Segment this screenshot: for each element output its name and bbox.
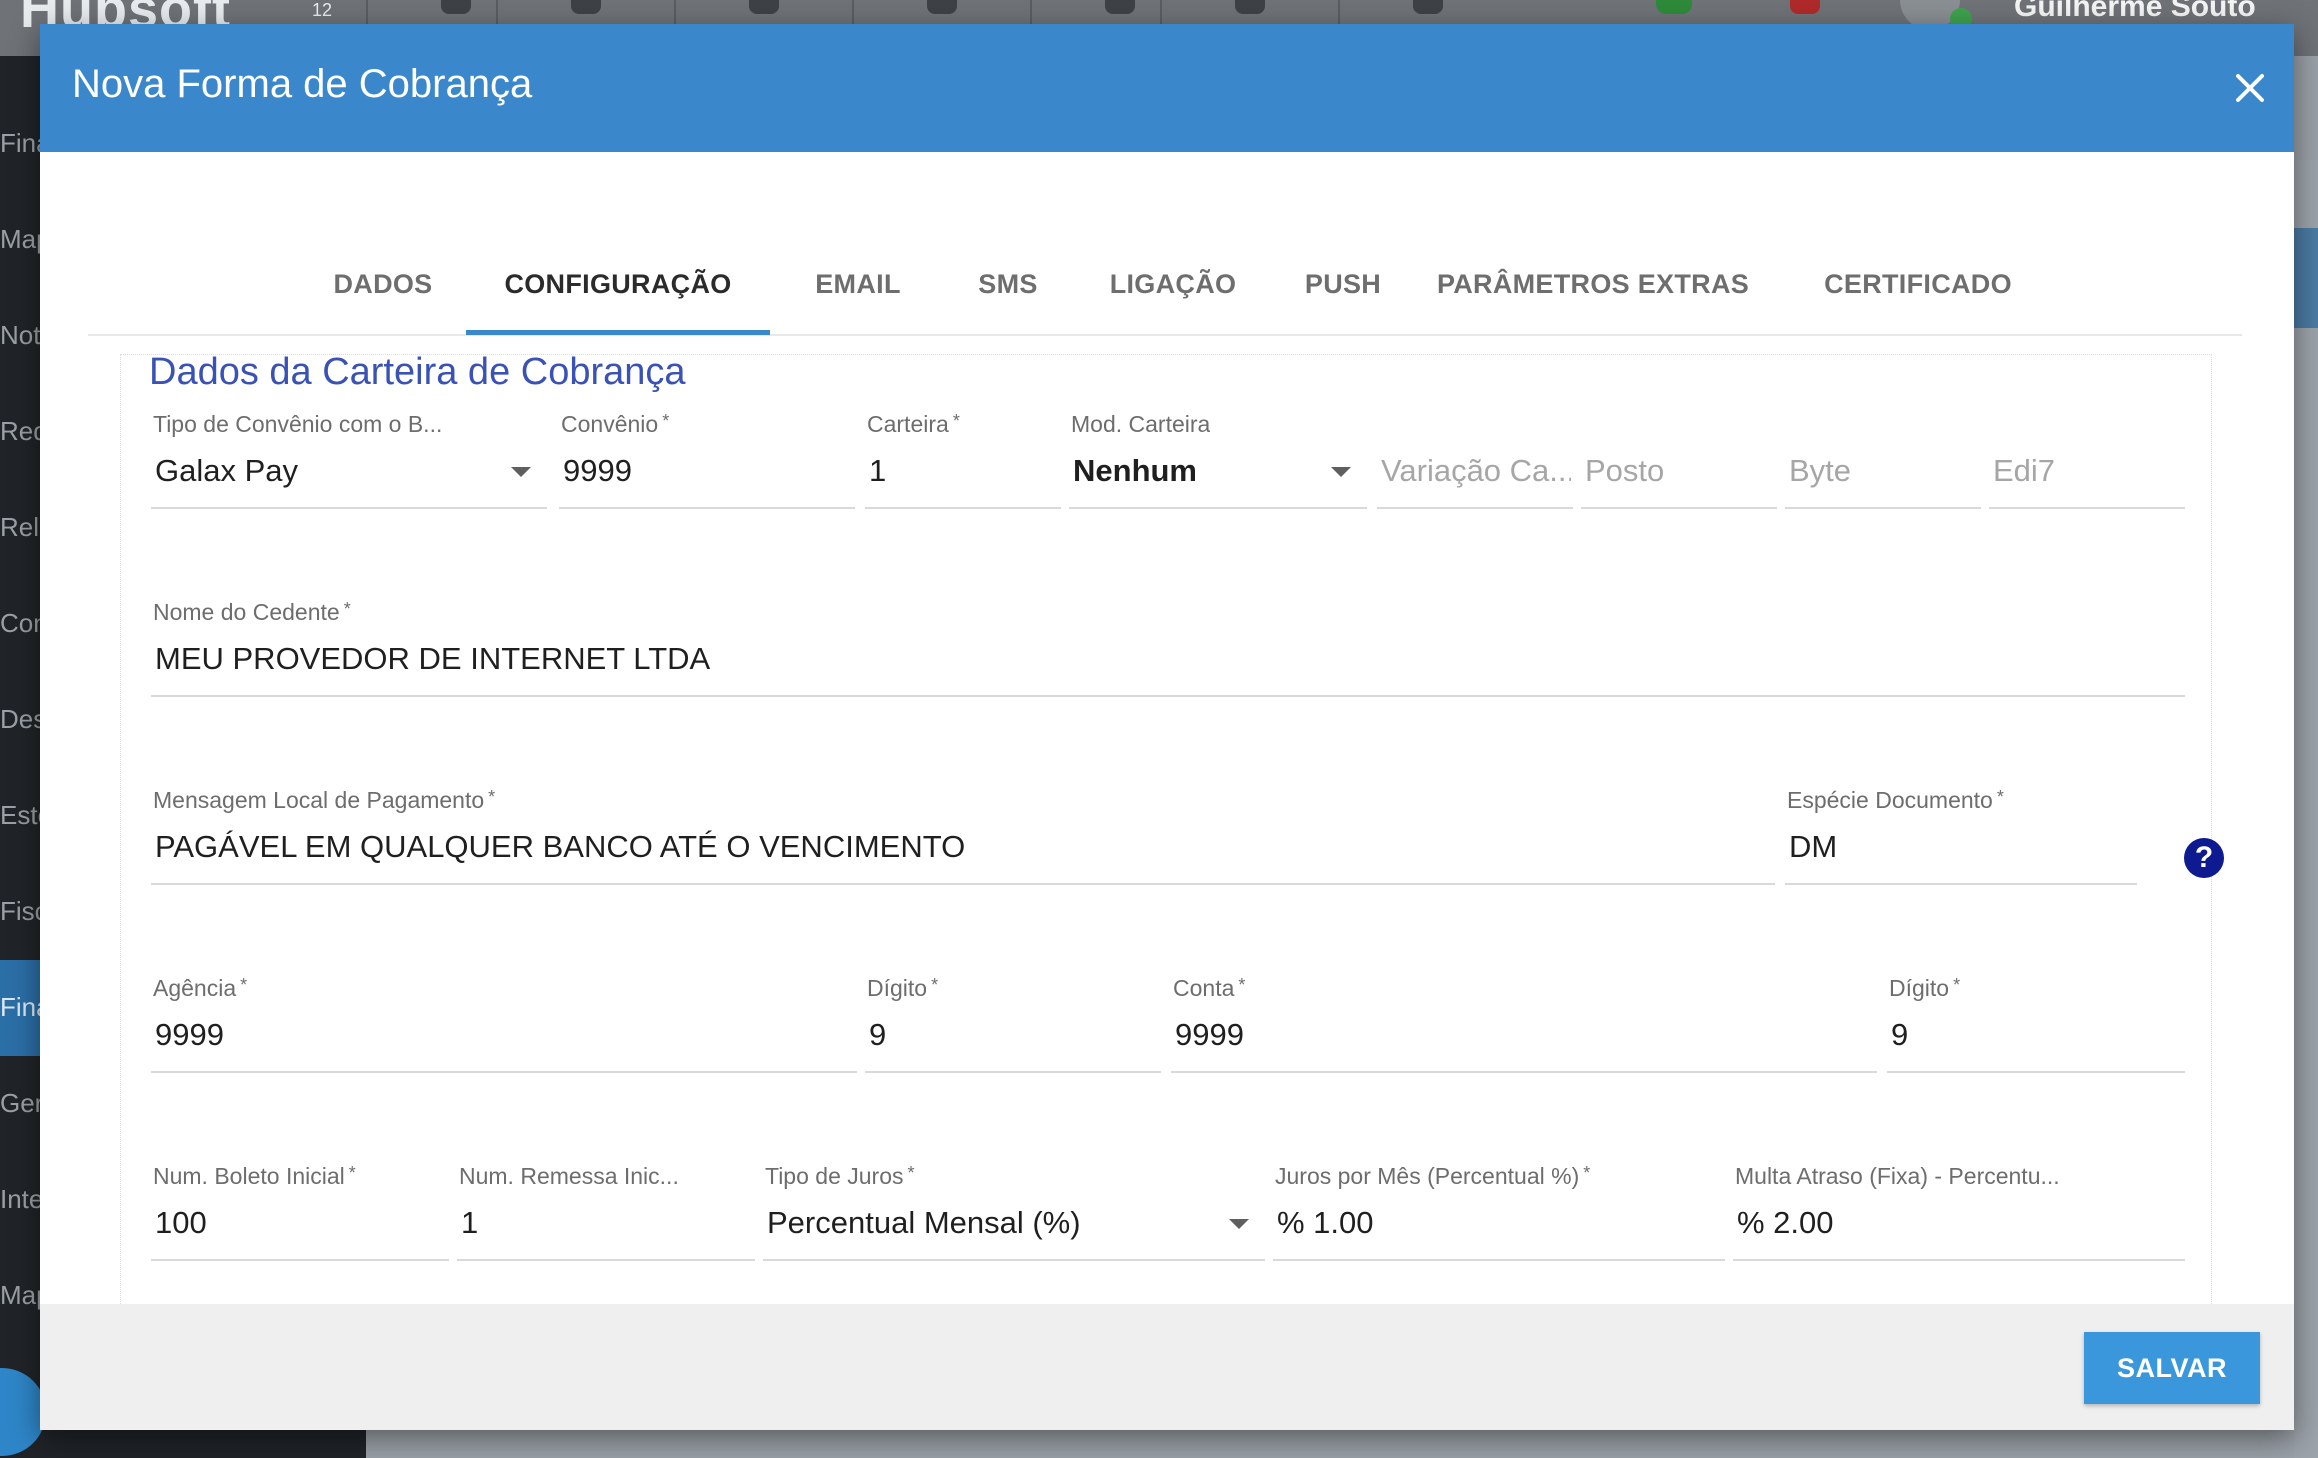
field-label: Mod. Carteira xyxy=(1071,411,1211,437)
chevron-down-icon xyxy=(511,467,531,477)
mod-carteira-select[interactable]: Mod. Carteira Nenhum xyxy=(1069,411,1367,511)
field-label: Espécie Documento * xyxy=(1787,787,2004,813)
tab-email[interactable]: EMAIL xyxy=(788,236,928,332)
tab-ligacao[interactable]: LIGAÇÃO xyxy=(1088,236,1258,332)
field-value: Galax Pay xyxy=(155,453,299,488)
tipo-convenio-select[interactable]: Tipo de Convênio com o B... Galax Pay xyxy=(151,411,547,511)
field-value: 1 xyxy=(869,453,887,488)
app-version: 12 xyxy=(312,0,333,20)
field-label: Conta * xyxy=(1173,975,1246,1001)
juros-por-mes-field[interactable]: Juros por Mês (Percentual %) * % 1.00 xyxy=(1273,1163,1725,1263)
convenio-field[interactable]: Convênio * 9999 xyxy=(559,411,855,511)
variacao-carteira-field[interactable]: Variação Ca... xyxy=(1377,411,1573,511)
field-value: PAGÁVEL EM QUALQUER BANCO ATÉ O VENCIMEN… xyxy=(155,829,966,864)
byte-field[interactable]: Byte xyxy=(1785,411,1981,511)
tab-dados[interactable]: DADOS xyxy=(308,236,458,332)
edi7-field[interactable]: Edi7 xyxy=(1989,411,2185,511)
field-value: Percentual Mensal (%) xyxy=(767,1205,1081,1240)
field-label: Num. Remessa Inic... xyxy=(459,1163,679,1189)
agencia-field[interactable]: Agência * 9999 xyxy=(151,975,857,1075)
field-placeholder: Edi7 xyxy=(1993,453,2056,488)
nova-forma-cobranca-dialog: Nova Forma de Cobrança DADOS CONFIGURAÇÃ… xyxy=(40,24,2294,1430)
field-placeholder: Byte xyxy=(1789,453,1852,488)
toolbar-icon[interactable] xyxy=(1160,0,1338,24)
field-label: Agência * xyxy=(153,975,248,1001)
tab-push[interactable]: PUSH xyxy=(1278,236,1408,332)
field-value: MEU PROVEDOR DE INTERNET LTDA xyxy=(155,641,711,676)
field-value: 9999 xyxy=(1175,1017,1244,1052)
field-label: Num. Boleto Inicial * xyxy=(153,1163,356,1189)
conta-field[interactable]: Conta * 9999 xyxy=(1171,975,1877,1075)
field-value: 9 xyxy=(869,1017,887,1052)
field-label: Juros por Mês (Percentual %) * xyxy=(1275,1163,1591,1189)
section-title: Dados da Carteira de Cobrança xyxy=(149,355,692,394)
field-label: Nome do Cedente * xyxy=(153,599,351,625)
toolbar-icon[interactable] xyxy=(852,0,1030,24)
tab-bar: DADOS CONFIGURAÇÃO EMAIL SMS LIGAÇÃO PUS… xyxy=(88,236,2242,336)
especie-documento-field[interactable]: Espécie Documento * DM xyxy=(1785,787,2137,887)
field-value: 9 xyxy=(1891,1017,1909,1052)
conta-digito-field[interactable]: Dígito * 9 xyxy=(1887,975,2185,1075)
num-boleto-inicial-field[interactable]: Num. Boleto Inicial * 100 xyxy=(151,1163,449,1263)
tab-sms[interactable]: SMS xyxy=(948,236,1068,332)
field-label: Tipo de Juros * xyxy=(765,1163,915,1189)
field-label: Mensagem Local de Pagamento * xyxy=(153,787,496,813)
bell-icon[interactable] xyxy=(1790,0,1820,14)
tipo-juros-select[interactable]: Tipo de Juros * Percentual Mensal (%) xyxy=(763,1163,1265,1263)
field-value: DM xyxy=(1789,829,1838,864)
posto-field[interactable]: Posto xyxy=(1581,411,1777,511)
background-panel xyxy=(2294,160,2318,1458)
field-value: % 1.00 xyxy=(1277,1205,1374,1240)
field-placeholder: Variação Ca... xyxy=(1381,453,1571,488)
field-placeholder: Posto xyxy=(1585,453,1665,488)
field-label: Multa Atraso (Fixa) - Percentu... xyxy=(1735,1163,2060,1189)
field-label: Dígito * xyxy=(867,975,939,1001)
dialog-footer xyxy=(40,1304,2294,1430)
field-value: % 2.00 xyxy=(1737,1205,1834,1240)
chat-icon[interactable] xyxy=(1656,0,1692,14)
field-label: Tipo de Convênio com o B... xyxy=(153,411,443,437)
mensagem-local-pagamento-field[interactable]: Mensagem Local de Pagamento * PAGÁVEL EM … xyxy=(151,787,1775,887)
agencia-digito-field[interactable]: Dígito * 9 xyxy=(865,975,1161,1075)
active-tab-indicator xyxy=(466,330,770,335)
carteira-field[interactable]: Carteira * 1 xyxy=(865,411,1061,511)
field-value: 9999 xyxy=(155,1017,224,1052)
tab-configuracao[interactable]: CONFIGURAÇÃO xyxy=(466,236,770,332)
field-label: Carteira * xyxy=(867,411,960,437)
field-label: Convênio * xyxy=(561,411,670,437)
toolbar-icon[interactable] xyxy=(674,0,852,24)
field-label: Dígito * xyxy=(1889,975,1961,1001)
multa-atraso-field[interactable]: Multa Atraso (Fixa) - Percentu... % 2.00 xyxy=(1733,1163,2185,1263)
num-remessa-inicial-field[interactable]: Num. Remessa Inic... 1 xyxy=(457,1163,755,1263)
field-value: 100 xyxy=(155,1205,207,1240)
dialog-header: Nova Forma de Cobrança xyxy=(40,24,2294,152)
close-icon[interactable] xyxy=(2226,64,2274,112)
tab-certificado[interactable]: CERTIFICADO xyxy=(1778,236,2058,332)
field-value: 9999 xyxy=(563,453,632,488)
chevron-down-icon xyxy=(1331,467,1351,477)
save-button[interactable]: SALVAR xyxy=(2084,1332,2260,1404)
nome-cedente-field[interactable]: Nome do Cedente * MEU PROVEDOR DE INTERNE… xyxy=(151,599,2185,699)
help-icon[interactable]: ? xyxy=(2184,838,2224,878)
dialog-title: Nova Forma de Cobrança xyxy=(72,62,533,106)
toolbar-icon[interactable] xyxy=(496,0,674,24)
form-content: Dados da Carteira de Cobrança Tipo de Co… xyxy=(120,354,2212,1326)
chevron-down-icon xyxy=(1229,1219,1249,1229)
toolbar-icon[interactable] xyxy=(1338,0,1516,24)
field-value: 1 xyxy=(461,1205,479,1240)
background-panel-accent xyxy=(2294,228,2318,328)
field-value: Nenhum xyxy=(1073,453,1197,488)
tab-parametros-extras[interactable]: PARÂMETROS EXTRAS xyxy=(1428,236,1758,332)
user-name[interactable]: Guilherme Souto xyxy=(2014,0,2256,24)
